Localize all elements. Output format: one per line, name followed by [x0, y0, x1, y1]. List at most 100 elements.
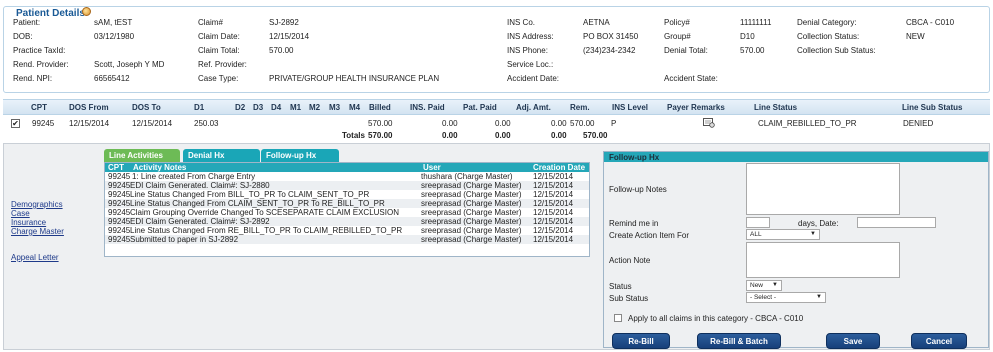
col-m4[interactable]: M4 — [349, 103, 360, 112]
remind-date-input[interactable] — [857, 217, 936, 228]
act-user: sreeprasad (Charge Master) — [421, 217, 522, 226]
rend-provider-value: Scott, Joseph Y MD — [94, 60, 165, 69]
act-col-cpt: CPT — [108, 163, 124, 172]
col-pat-paid[interactable]: Pat. Paid — [463, 103, 497, 112]
remind-days-input[interactable] — [746, 217, 770, 228]
act-date: 12/15/2014 — [533, 190, 574, 199]
denial-category-value: CBCA - C010 — [906, 18, 955, 27]
col-m1[interactable]: M1 — [290, 103, 301, 112]
appeal-letter-link[interactable]: Appeal Letter — [11, 253, 64, 262]
service-loc-label: Service Loc.: — [507, 60, 554, 69]
col-dos-from[interactable]: DOS From — [69, 103, 109, 112]
row-checkbox[interactable]: ✔ — [11, 119, 20, 128]
col-payer-remarks[interactable]: Payer Remarks — [667, 103, 725, 112]
sub-status-label: Sub Status — [609, 294, 649, 303]
col-d4[interactable]: D4 — [271, 103, 281, 112]
cell-dos-to: 12/15/2014 — [132, 119, 173, 128]
days-date-label: days, Date: — [798, 219, 839, 228]
status-select[interactable]: New ▼ — [746, 280, 782, 291]
tab-follow-up-hx[interactable]: Follow-up Hx — [261, 149, 339, 162]
col-m3[interactable]: M3 — [329, 103, 340, 112]
ins-co-value: AETNA — [583, 18, 610, 27]
col-ins-paid[interactable]: INS. Paid — [410, 103, 445, 112]
col-line-sub-status[interactable]: Line Sub Status — [902, 103, 962, 112]
collection-sub-status-label: Collection Sub Status: — [797, 46, 876, 55]
act-cpt: 99245 — [108, 226, 131, 235]
act-note: Claim Grouping Override Changed To SCESE… — [130, 208, 399, 217]
act-cpt: 99245 — [108, 190, 131, 199]
payer-remarks-icon[interactable] — [703, 118, 715, 128]
total-adj-amt: 0.00 — [551, 131, 567, 140]
insurance-link[interactable]: Insurance — [11, 218, 64, 227]
act-note: Line Status Changed From BILL_TO_PR To C… — [130, 190, 370, 199]
follow-up-panel: Follow-up Hx Follow-up Notes Remind me i… — [603, 151, 989, 349]
col-d1[interactable]: D1 — [194, 103, 204, 112]
save-button[interactable]: Save — [826, 333, 880, 349]
patient-value: sAM, tEST — [94, 18, 133, 27]
charge-master-link[interactable]: Charge Master — [11, 227, 64, 236]
act-date: 12/15/2014 — [533, 226, 574, 235]
col-ins-level[interactable]: INS Level — [612, 103, 648, 112]
claim-number-label: Claim# — [198, 18, 223, 27]
col-d3[interactable]: D3 — [253, 103, 263, 112]
cell-line-sub-status: DENIED — [903, 119, 934, 128]
action-item-for-value: ALL — [750, 231, 762, 238]
total-billed: 570.00 — [368, 131, 393, 140]
list-item: 99245 EDI Claim Generated. Claim#: SJ-28… — [105, 217, 589, 226]
rend-npi-label: Rend. NPI: — [13, 74, 53, 83]
list-item: 99245 Line Status Changed From BILL_TO_P… — [105, 190, 589, 199]
col-m2[interactable]: M2 — [309, 103, 320, 112]
sub-status-select[interactable]: - Select - ▼ — [746, 292, 826, 303]
denial-total-value: 570.00 — [740, 46, 765, 55]
cell-billed: 570.00 — [368, 119, 393, 128]
action-item-for-select[interactable]: ALL ▼ — [746, 229, 820, 240]
case-link[interactable]: Case — [11, 209, 64, 218]
patient-label: Patient: — [13, 18, 41, 27]
collection-status-label: Collection Status: — [797, 32, 860, 41]
act-col-date: Creation Date — [533, 163, 586, 172]
patient-details-panel: Patient Details Patient: sAM, tEST DOB: … — [3, 6, 990, 93]
rebill-button[interactable]: Re-Bill — [612, 333, 670, 349]
act-note: Line Status Changed From RE_BILL_TO_PR T… — [130, 226, 403, 235]
cell-rem: 570.00 — [570, 119, 595, 128]
act-cpt: 99245 — [108, 217, 131, 226]
totals-row: Totals 570.00 0.00 0.00 0.00 570.00 — [3, 130, 990, 141]
rend-npi-value: 66565412 — [94, 74, 130, 83]
follow-up-notes-textarea[interactable] — [746, 163, 900, 215]
follow-up-title: Follow-up Hx — [604, 152, 988, 162]
apply-all-checkbox[interactable] — [614, 314, 622, 322]
accident-state-label: Accident State: — [664, 74, 718, 83]
col-adj-amt[interactable]: Adj. Amt. — [516, 103, 551, 112]
act-cpt: 99245 — [108, 235, 131, 244]
ins-address-label: INS Address: — [507, 32, 554, 41]
tab-denial-hx[interactable]: Denial Hx — [183, 149, 260, 162]
col-d2[interactable]: D2 — [235, 103, 245, 112]
info-icon[interactable] — [82, 7, 91, 16]
col-cpt[interactable]: CPT — [31, 103, 47, 112]
col-dos-to[interactable]: DOS To — [132, 103, 161, 112]
list-item: 99245 1: Line created From Charge Entry … — [105, 172, 589, 181]
status-label: Status — [609, 282, 632, 291]
denial-category-label: Denial Category: — [797, 18, 857, 27]
act-cpt: 99245 — [108, 208, 131, 217]
tab-line-activities[interactable]: Line Activities — [104, 149, 180, 162]
ins-co-label: INS Co. — [507, 18, 536, 27]
act-user: sreeprasad (Charge Master) — [421, 199, 522, 208]
col-billed[interactable]: Billed — [369, 103, 391, 112]
act-cpt: 99245 — [108, 199, 131, 208]
demographics-link[interactable]: Demographics — [11, 200, 64, 209]
act-date: 12/15/2014 — [533, 235, 574, 244]
ins-phone-value: (234)234-2342 — [583, 46, 636, 55]
totals-label: Totals — [342, 131, 365, 140]
table-row[interactable]: ✔ 99245 12/15/2014 12/15/2014 250.03 570… — [3, 116, 990, 130]
cancel-button[interactable]: Cancel — [911, 333, 967, 349]
act-date: 12/15/2014 — [533, 217, 574, 226]
rebill-batch-button[interactable]: Re-Bill & Batch — [697, 333, 781, 349]
act-note: 1: Line created From Charge Entry — [132, 172, 256, 181]
cell-ins-paid: 0.00 — [442, 119, 458, 128]
group-number-value: D10 — [740, 32, 755, 41]
col-rem[interactable]: Rem. — [570, 103, 590, 112]
col-line-status[interactable]: Line Status — [754, 103, 797, 112]
action-note-textarea[interactable] — [746, 242, 900, 278]
ref-provider-label: Ref. Provider: — [198, 60, 247, 69]
